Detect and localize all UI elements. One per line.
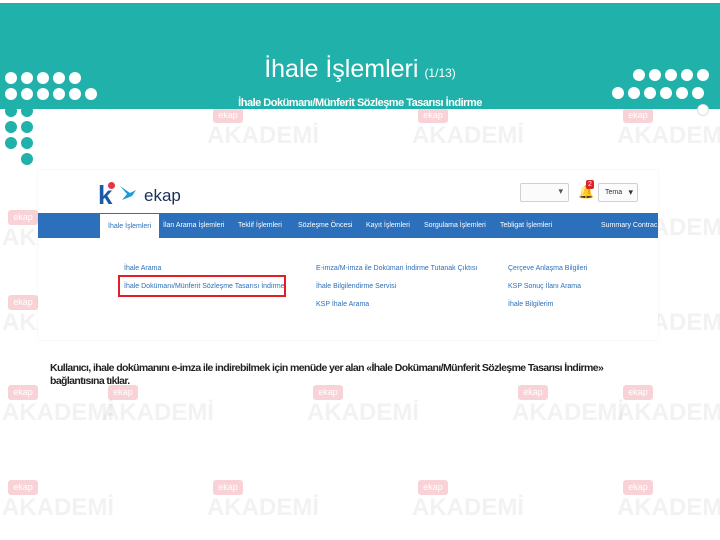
- decor-dot: [5, 105, 17, 117]
- nav-tebligat[interactable]: Tebligat İşlemleri: [500, 213, 552, 238]
- watermark-tag: ekap: [623, 480, 653, 495]
- caret-down-icon: ▾: [628, 187, 633, 197]
- watermark-tile: ekapAKADEMİ: [615, 385, 720, 431]
- decor-dot: [21, 121, 33, 133]
- watermark-word: AKADEMİ: [617, 494, 720, 521]
- watermark-word: AKADEMİ: [207, 122, 319, 149]
- watermark-word: AKADEMİ: [512, 399, 624, 426]
- main-navbar: İhale İşlemleri İlan Arama İşlemleri Tek…: [38, 213, 658, 238]
- ekap-screenshot: k ekap ▾ 🔔 2 Tema ▾ İhale İşlemleri İlan …: [38, 170, 658, 340]
- nav-sorgulama[interactable]: Sorgulama İşlemleri: [424, 213, 486, 238]
- menu-link-cerceve-anlasma[interactable]: Çerçeve Anlaşma Bilgileri: [508, 265, 587, 272]
- watermark-word: AKADEMİ: [617, 399, 720, 426]
- watermark-tile: ekapAKADEMİ: [510, 385, 624, 431]
- slide-caption: Kullanıcı, ihale dokümanını e-imza ile i…: [50, 362, 604, 387]
- watermark-tile: ekapAKADEMİ: [410, 108, 524, 154]
- caret-down-icon: ▾: [558, 186, 563, 196]
- logo-k-glyph: k: [98, 180, 116, 210]
- nav-sozlesme-oncesi[interactable]: Sözleşme Öncesi: [298, 213, 352, 238]
- theme-label: Tema: [605, 189, 623, 196]
- watermark-tile: ekapAKADEMİ: [615, 480, 720, 526]
- menu-link-ihale-bilgilerim[interactable]: İhale Bilgilerim: [508, 301, 554, 308]
- logo-text: ekap: [144, 186, 181, 205]
- ekap-logo: k ekap: [98, 180, 238, 210]
- language-dropdown[interactable]: ▾: [520, 183, 569, 202]
- decor-dot: [5, 121, 17, 133]
- watermark-tile: ekapAKADEMİ: [305, 385, 419, 431]
- notification-badge: 2: [586, 180, 594, 189]
- watermark-word: AKADEMİ: [617, 122, 720, 149]
- watermark-tile: ekapAKADEMİ: [0, 480, 114, 526]
- decor-dot: [21, 105, 33, 117]
- decor-dot: [697, 104, 709, 116]
- nav-summary-contract[interactable]: Summary Contrac: [601, 213, 657, 238]
- nav-ilan-arama[interactable]: İlan Arama İşlemleri: [163, 213, 224, 238]
- slide-title: İhale İşlemleri (1/13): [0, 55, 720, 84]
- watermark-tag: ekap: [8, 295, 38, 310]
- bird-icon: [120, 186, 136, 200]
- menu-link-ksp-ihale-arama[interactable]: KSP İhale Arama: [316, 301, 369, 308]
- watermark-tile: ekapAKADEMİ: [100, 385, 214, 431]
- watermark-tag: ekap: [8, 210, 38, 225]
- nav-ihale-islemleri[interactable]: İhale İşlemleri: [100, 214, 160, 238]
- decor-dot: [21, 137, 33, 149]
- menu-link-ihale-arama[interactable]: İhale Arama: [124, 265, 161, 272]
- menu-link-ksp-sonuc-ilani[interactable]: KSP Sonuç İlanı Arama: [508, 283, 581, 290]
- menu-link-eimza-tutanak[interactable]: E-imza/M-imza ile Doküman İndirme Tutana…: [316, 265, 477, 272]
- watermark-word: AKADEMİ: [102, 399, 214, 426]
- watermark-word: AKADEMİ: [412, 494, 524, 521]
- watermark-tag: ekap: [623, 108, 653, 123]
- watermark-word: AKADEMİ: [2, 399, 114, 426]
- watermark-tag: ekap: [418, 480, 448, 495]
- watermark-tag: ekap: [213, 108, 243, 123]
- watermark-word: AKADEMİ: [2, 494, 114, 521]
- watermark-tag: ekap: [8, 385, 38, 400]
- watermark-tag: ekap: [213, 480, 243, 495]
- decor-dot: [5, 137, 17, 149]
- watermark-word: AKADEMİ: [412, 122, 524, 149]
- watermark-tile: ekapAKADEMİ: [0, 385, 114, 431]
- slide-header: İhale İşlemleri (1/13) İhale Dokümanı/Mün…: [0, 3, 720, 109]
- menu-link-bilgilendirme-servisi[interactable]: İhale Bilgilendirme Servisi: [316, 283, 396, 290]
- nav-kayit[interactable]: Kayıt İşlemleri: [366, 213, 410, 238]
- decor-dot: [21, 153, 33, 165]
- watermark-tag: ekap: [418, 108, 448, 123]
- nav-teklif[interactable]: Teklif İşlemleri: [238, 213, 282, 238]
- watermark-word: AKADEMİ: [307, 399, 419, 426]
- watermark-tag: ekap: [8, 480, 38, 495]
- slide-subtitle: İhale Dokümanı/Münferit Sözleşme Tasarıs…: [238, 97, 482, 109]
- watermark-tile: ekapAKADEMİ: [410, 480, 524, 526]
- watermark-tile: ekapAKADEMİ: [205, 480, 319, 526]
- watermark-word: AKADEMİ: [207, 494, 319, 521]
- watermark-tile: ekapAKADEMİ: [205, 108, 319, 154]
- theme-dropdown[interactable]: Tema ▾: [598, 183, 638, 202]
- highlight-box: [118, 275, 286, 297]
- slide-title-text: İhale İşlemleri: [264, 55, 419, 83]
- slide-counter: (1/13): [424, 66, 456, 80]
